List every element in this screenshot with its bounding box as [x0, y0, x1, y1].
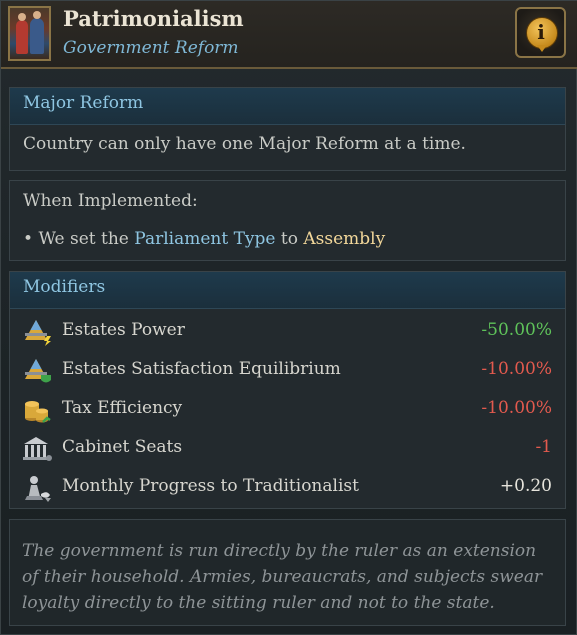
- modifier-row: Cabinet Seats -1: [10, 429, 565, 468]
- cabinet-seats-icon: [23, 437, 52, 461]
- ruler-portrait-icon: [8, 6, 51, 61]
- modifier-value: -10.00%: [481, 359, 552, 379]
- modifier-value: -50.00%: [481, 320, 552, 340]
- modifier-label: Estates Power: [62, 320, 185, 340]
- modifier-row: Tax Efficiency -10.00%: [10, 390, 565, 429]
- tooltip-header: Patrimonialism Government Reform i: [1, 1, 577, 69]
- modifier-value: -10.00%: [481, 398, 552, 418]
- modifiers-section: Modifiers Estates Power -50.00% Estates …: [9, 271, 566, 509]
- estates-power-icon: [25, 320, 51, 346]
- modifier-row: Estates Satisfaction Equilibrium -10.00%: [10, 351, 565, 390]
- assembly-link[interactable]: Assembly: [303, 229, 385, 249]
- major-reform-heading: Major Reform: [23, 93, 144, 113]
- major-reform-section: Major Reform Country can only have one M…: [9, 87, 566, 171]
- reform-title: Patrimonialism: [63, 6, 244, 31]
- when-implemented-section: When Implemented: • We set the Parliamen…: [9, 180, 566, 261]
- modifiers-heading: Modifiers: [23, 277, 106, 297]
- major-reform-text: Country can only have one Major Reform a…: [23, 134, 466, 154]
- reform-tooltip-panel: Patrimonialism Government Reform i Major…: [0, 0, 577, 635]
- modifier-row: Estates Power -50.00%: [10, 312, 565, 351]
- info-button[interactable]: i: [515, 7, 566, 58]
- description-box: The government is run directly by the ru…: [9, 519, 566, 626]
- modifier-label: Monthly Progress to Traditionalist: [62, 476, 359, 496]
- when-implemented-effect: • We set the Parliament Type to Assembly: [23, 229, 386, 249]
- reform-description: The government is run directly by the ru…: [22, 541, 543, 613]
- modifier-label: Tax Efficiency: [62, 398, 183, 418]
- when-implemented-heading: When Implemented:: [23, 191, 198, 211]
- modifier-label: Cabinet Seats: [62, 437, 183, 457]
- modifier-value: +0.20: [499, 476, 552, 496]
- parliament-type-link[interactable]: Parliament Type: [134, 229, 275, 249]
- estates-satisfaction-icon: [25, 359, 51, 383]
- tax-efficiency-icon: [25, 401, 51, 423]
- reform-subtitle: Government Reform: [63, 38, 239, 58]
- modifier-value: -1: [535, 437, 552, 457]
- traditionalist-progress-icon: [25, 476, 51, 502]
- modifier-label: Estates Satisfaction Equilibrium: [62, 359, 341, 379]
- modifier-row: Monthly Progress to Traditionalist +0.20: [10, 468, 565, 507]
